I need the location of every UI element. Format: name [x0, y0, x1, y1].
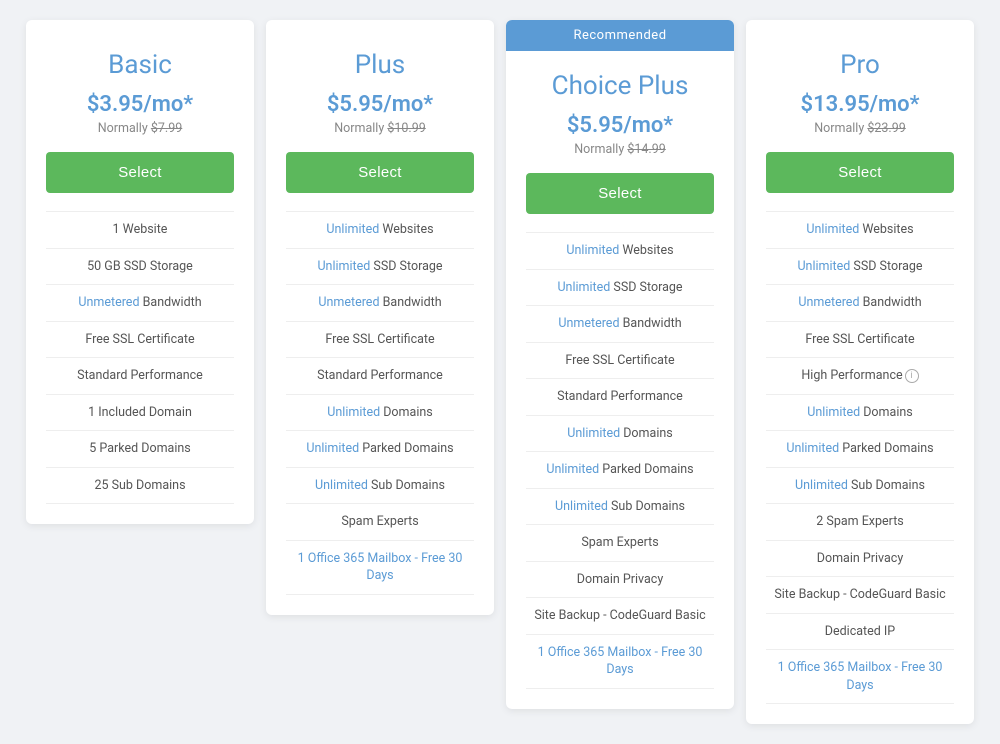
feature-item: Free SSL Certificate	[526, 343, 714, 380]
select-button-plus[interactable]: Select	[286, 152, 474, 193]
plan-price-basic: $3.95/mo*	[46, 92, 234, 117]
plan-normal-price-pro: Normally $23.99	[766, 121, 954, 136]
feature-item: Domain Privacy	[766, 541, 954, 578]
plan-name-plus: Plus	[286, 50, 474, 80]
feature-item: Unlimited Parked Domains	[526, 452, 714, 489]
plan-price-choice-plus: $5.95/mo*	[526, 113, 714, 138]
feature-item: Spam Experts	[286, 504, 474, 541]
highlight-text: Unlimited	[555, 499, 608, 514]
highlight-text: Unmetered	[798, 295, 859, 310]
feature-item: Unlimited Sub Domains	[526, 489, 714, 526]
feature-item: High Performancei	[766, 358, 954, 395]
features-list-pro: Unlimited WebsitesUnlimited SSD StorageU…	[766, 211, 954, 704]
plan-normal-price-choice-plus: Normally $14.99	[526, 142, 714, 157]
plan-name-pro: Pro	[766, 50, 954, 80]
plan-price-pro: $13.95/mo*	[766, 92, 954, 117]
plan-normal-price-plus: Normally $10.99	[286, 121, 474, 136]
feature-item: Unlimited Websites	[286, 212, 474, 249]
plan-card-pro: Pro $13.95/mo* Normally $23.99 Select Unlimi…	[746, 20, 974, 724]
highlight-text: Unlimited	[327, 405, 380, 420]
highlight-text: Unlimited	[546, 462, 599, 477]
feature-item: Unlimited Websites	[766, 212, 954, 249]
highlight-text: Unlimited	[797, 259, 850, 274]
recommended-badge: Recommended	[506, 20, 734, 51]
feature-item: Unlimited Domains	[766, 395, 954, 432]
feature-item: Unlimited SSD Storage	[766, 249, 954, 286]
plan-card-plus: Plus $5.95/mo* Normally $10.99 Select Unlimi…	[266, 20, 494, 615]
plan-price-plus: $5.95/mo*	[286, 92, 474, 117]
feature-item: Unlimited Domains	[526, 416, 714, 453]
highlight-text: Unlimited	[317, 259, 370, 274]
feature-item: Unlimited Websites	[526, 233, 714, 270]
highlight-text: Unlimited	[306, 441, 359, 456]
plan-card-basic: Basic $3.95/mo* Normally $7.99 Select 1 Webs…	[26, 20, 254, 524]
feature-item: Unlimited Sub Domains	[286, 468, 474, 505]
features-list-basic: 1 Website50 GB SSD StorageUnmetered Band…	[46, 211, 234, 504]
feature-item: Unmetered Bandwidth	[46, 285, 234, 322]
feature-item: Standard Performance	[286, 358, 474, 395]
feature-item: Domain Privacy	[526, 562, 714, 599]
feature-item: Standard Performance	[46, 358, 234, 395]
feature-item: Standard Performance	[526, 379, 714, 416]
select-button-basic[interactable]: Select	[46, 152, 234, 193]
feature-item: 50 GB SSD Storage	[46, 249, 234, 286]
plan-name-basic: Basic	[46, 50, 234, 80]
select-button-choice-plus[interactable]: Select	[526, 173, 714, 214]
highlight-text: Unmetered	[558, 316, 619, 331]
feature-item: Free SSL Certificate	[46, 322, 234, 359]
feature-item: Unlimited Domains	[286, 395, 474, 432]
feature-item: Unmetered Bandwidth	[766, 285, 954, 322]
feature-item: Unmetered Bandwidth	[526, 306, 714, 343]
feature-item: 1 Office 365 Mailbox - Free 30 Days	[286, 541, 474, 595]
feature-item: 25 Sub Domains	[46, 468, 234, 505]
feature-item: Spam Experts	[526, 525, 714, 562]
office365-link-choice-plus[interactable]: 1 Office 365 Mailbox - Free 30 Days	[538, 645, 703, 678]
feature-item: Unlimited SSD Storage	[526, 270, 714, 307]
office365-link-plus[interactable]: 1 Office 365 Mailbox - Free 30 Days	[298, 551, 463, 584]
feature-item: 1 Office 365 Mailbox - Free 30 Days	[766, 650, 954, 704]
highlight-text: Unlimited	[807, 405, 860, 420]
highlight-text: Unlimited	[566, 243, 619, 258]
feature-item: 1 Included Domain	[46, 395, 234, 432]
feature-item: Unlimited SSD Storage	[286, 249, 474, 286]
office365-link-pro[interactable]: 1 Office 365 Mailbox - Free 30 Days	[778, 660, 943, 693]
plan-normal-price-basic: Normally $7.99	[46, 121, 234, 136]
highlight-text: Unlimited	[567, 426, 620, 441]
feature-item: 1 Office 365 Mailbox - Free 30 Days	[526, 635, 714, 689]
info-icon[interactable]: i	[905, 369, 919, 383]
feature-item: 1 Website	[46, 212, 234, 249]
feature-item: 2 Spam Experts	[766, 504, 954, 541]
feature-item: Free SSL Certificate	[286, 322, 474, 359]
highlight-text: Unlimited	[315, 478, 368, 493]
plan-name-choice-plus: Choice Plus	[526, 71, 714, 101]
feature-item: Unmetered Bandwidth	[286, 285, 474, 322]
features-list-choice-plus: Unlimited WebsitesUnlimited SSD StorageU…	[526, 232, 714, 689]
feature-item: Free SSL Certificate	[766, 322, 954, 359]
highlight-text: Unlimited	[786, 441, 839, 456]
highlight-text: Unlimited	[557, 280, 610, 295]
plan-card-choice-plus: Recommended Choice Plus $5.95/mo* Normally …	[506, 20, 734, 709]
pricing-container: Basic $3.95/mo* Normally $7.99 Select 1 Webs…	[20, 20, 980, 724]
highlight-text: Unmetered	[78, 295, 139, 310]
highlight-text: Unlimited	[806, 222, 859, 237]
feature-item: Site Backup - CodeGuard Basic	[526, 598, 714, 635]
highlight-text: Unlimited	[326, 222, 379, 237]
features-list-plus: Unlimited WebsitesUnlimited SSD StorageU…	[286, 211, 474, 595]
feature-item: Unlimited Parked Domains	[286, 431, 474, 468]
highlight-text: Unlimited	[795, 478, 848, 493]
select-button-pro[interactable]: Select	[766, 152, 954, 193]
highlight-text: Unmetered	[318, 295, 379, 310]
feature-item: Site Backup - CodeGuard Basic	[766, 577, 954, 614]
feature-item: Dedicated IP	[766, 614, 954, 651]
feature-item: Unlimited Sub Domains	[766, 468, 954, 505]
feature-item: Unlimited Parked Domains	[766, 431, 954, 468]
feature-item: 5 Parked Domains	[46, 431, 234, 468]
